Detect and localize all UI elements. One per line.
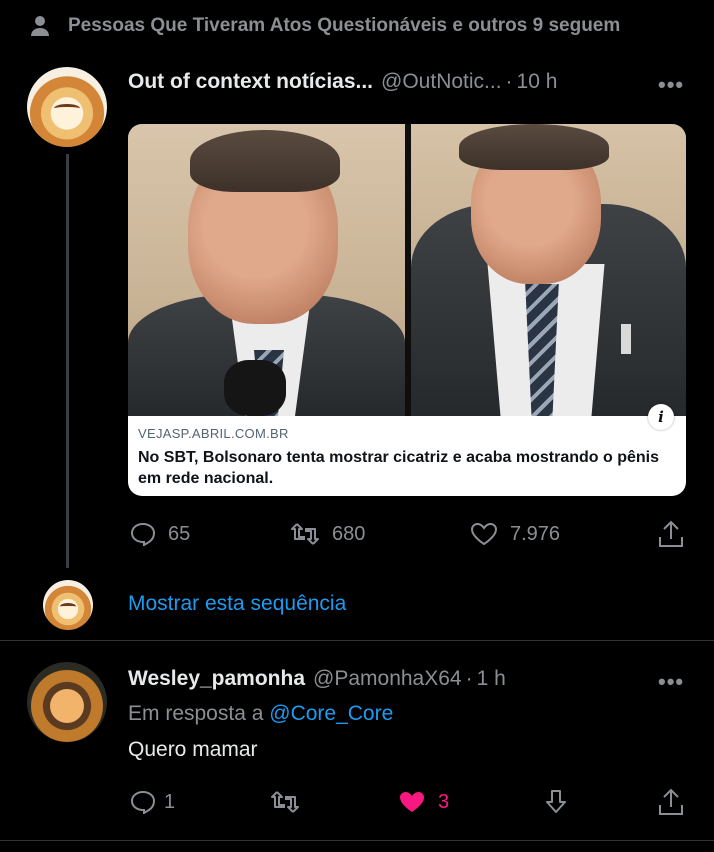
share-icon <box>659 788 683 815</box>
reply-author-avatar[interactable] <box>27 662 107 742</box>
retweet-button[interactable] <box>270 790 300 814</box>
retweet-button[interactable]: 680 <box>290 522 365 546</box>
arrow-down-icon <box>546 790 566 813</box>
like-button[interactable]: 7.976 <box>470 522 560 546</box>
reply-author-name[interactable]: Wesley_pamonha <box>128 667 305 691</box>
share-button[interactable] <box>658 788 684 816</box>
social-context-text: Pessoas Que Tiveram Atos Questionáveis e… <box>68 15 621 36</box>
author-name[interactable]: Out of context notícias... <box>128 70 373 94</box>
separator-dot: · <box>505 70 513 93</box>
reply-button[interactable]: 1 <box>130 790 175 814</box>
retweet-icon <box>271 791 299 813</box>
more-options-icon[interactable]: ••• <box>658 72 684 98</box>
share-icon <box>659 520 683 547</box>
link-card[interactable]: i VEJASP.ABRIL.COM.BR No SBT, Bolsonaro … <box>128 124 686 496</box>
tweet-header: Out of context notícias... @OutNotic... … <box>128 70 557 94</box>
separator-dot: · <box>465 667 473 690</box>
downvote-button[interactable] <box>544 788 568 816</box>
info-icon[interactable]: i <box>648 404 674 430</box>
reply-icon <box>130 522 156 546</box>
retweet-icon <box>291 523 319 545</box>
share-button[interactable] <box>658 520 684 548</box>
reply-button[interactable]: 65 <box>130 522 190 546</box>
thread-line <box>66 154 69 568</box>
reply-time[interactable]: 1 h <box>477 667 506 691</box>
show-thread-link[interactable]: Mostrar esta sequência <box>128 592 346 616</box>
reply-header: Wesley_pamonha @PamonhaX64 · 1 h <box>128 667 506 691</box>
like-count: 3 <box>438 790 450 813</box>
card-image <box>128 124 686 416</box>
retweet-count: 680 <box>332 522 366 545</box>
reply-count: 65 <box>168 522 191 545</box>
replying-to: Em resposta a @Core_Core <box>128 702 393 726</box>
heart-icon <box>470 522 498 546</box>
like-count: 7.976 <box>510 522 561 545</box>
social-context[interactable]: Pessoas Que Tiveram Atos Questionáveis e… <box>30 12 620 40</box>
reply-text: Quero mamar <box>128 738 258 761</box>
card-title: No SBT, Bolsonaro tenta mostrar cicatriz… <box>138 449 660 487</box>
tweet-time[interactable]: 10 h <box>517 70 558 94</box>
more-options-icon[interactable]: ••• <box>658 669 684 695</box>
card-photo-right <box>411 124 686 416</box>
author-avatar[interactable] <box>27 67 107 147</box>
person-icon <box>30 15 50 37</box>
divider <box>0 840 714 841</box>
replying-mention[interactable]: @Core_Core <box>269 702 393 725</box>
replying-prefix: Em resposta a <box>128 702 264 725</box>
reply-count: 1 <box>164 790 176 813</box>
card-photo-left <box>128 124 405 416</box>
divider <box>0 640 714 641</box>
heart-filled-icon <box>400 792 424 812</box>
reply-icon <box>130 790 156 814</box>
author-handle[interactable]: @OutNotic... <box>381 70 502 94</box>
card-domain: VEJASP.ABRIL.COM.BR <box>138 426 289 441</box>
like-button-active[interactable]: 3 <box>398 790 449 814</box>
reply-author-handle[interactable]: @PamonhaX64 <box>313 667 462 691</box>
thread-avatar[interactable] <box>43 580 93 630</box>
